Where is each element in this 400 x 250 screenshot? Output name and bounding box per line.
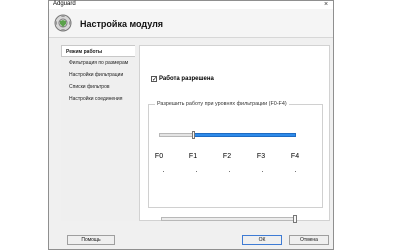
close-icon[interactable]: × xyxy=(321,1,331,9)
sidebar-item-filter-settings[interactable]: Настройки фильтрации xyxy=(61,69,139,81)
sidebar-item-connection-settings[interactable]: Настройки соединения xyxy=(61,93,139,105)
sidebar-item-size-filtering[interactable]: Фильтрация по размерам xyxy=(61,57,139,69)
page-title: Настройка модуля xyxy=(80,19,164,29)
tick-dot xyxy=(196,171,197,172)
filter-level-group-label: Разрешить работу при уровнях фильтрации … xyxy=(155,101,289,107)
work-enabled-row[interactable]: ✓ Работа разрешена xyxy=(151,76,214,83)
sidebar-item-label: Фильтрация по размерам xyxy=(69,60,129,66)
module-settings-window: Adguard × Настройка модуля Режим работы … xyxy=(48,0,334,250)
range-start-thumb[interactable] xyxy=(192,131,195,139)
sidebar: Режим работы Фильтрация по размерам Наст… xyxy=(61,45,139,221)
sidebar-item-label: Режим работы xyxy=(66,49,103,55)
gear-shield-icon xyxy=(53,13,73,33)
sidebar-item-label: Настройки фильтрации xyxy=(69,72,124,78)
tick-dot xyxy=(262,171,263,172)
filter-level-range-fill xyxy=(194,133,296,137)
ok-button[interactable]: ОК xyxy=(242,235,282,245)
tick-label-f0: F0 xyxy=(154,153,164,160)
tick-label-f3: F3 xyxy=(256,153,266,160)
secondary-slider-thumb[interactable] xyxy=(293,215,297,223)
window-title: Adguard xyxy=(53,1,76,7)
secondary-slider[interactable] xyxy=(161,215,297,223)
sidebar-item-filter-lists[interactable]: Списки фильтров xyxy=(61,81,139,93)
tick-dot xyxy=(163,171,164,172)
tick-label-f1: F1 xyxy=(188,153,198,160)
tick-dot xyxy=(295,171,296,172)
content-panel: ✓ Работа разрешена Разрешить работу при … xyxy=(139,45,330,223)
sidebar-item-label: Списки фильтров xyxy=(69,84,110,90)
filter-level-group: Разрешить работу при уровнях фильтрации … xyxy=(148,101,323,223)
header: Настройка модуля xyxy=(49,9,333,38)
work-enabled-checkbox[interactable]: ✓ xyxy=(151,76,157,83)
tick-label-f2: F2 xyxy=(222,153,232,160)
sidebar-item-mode[interactable]: Режим работы xyxy=(61,45,135,57)
filter-level-range-slider[interactable] xyxy=(159,131,296,139)
filter-level-labels: F0 F1 F2 F3 F4 xyxy=(155,153,299,163)
work-enabled-label: Работа разрешена xyxy=(159,76,214,82)
help-button[interactable]: Помощь xyxy=(67,235,115,245)
tick-label-f4: F4 xyxy=(290,153,300,160)
tick-dot xyxy=(229,171,230,172)
sidebar-item-label: Настройки соединения xyxy=(69,96,123,102)
cancel-button[interactable]: Отмена xyxy=(289,235,329,245)
